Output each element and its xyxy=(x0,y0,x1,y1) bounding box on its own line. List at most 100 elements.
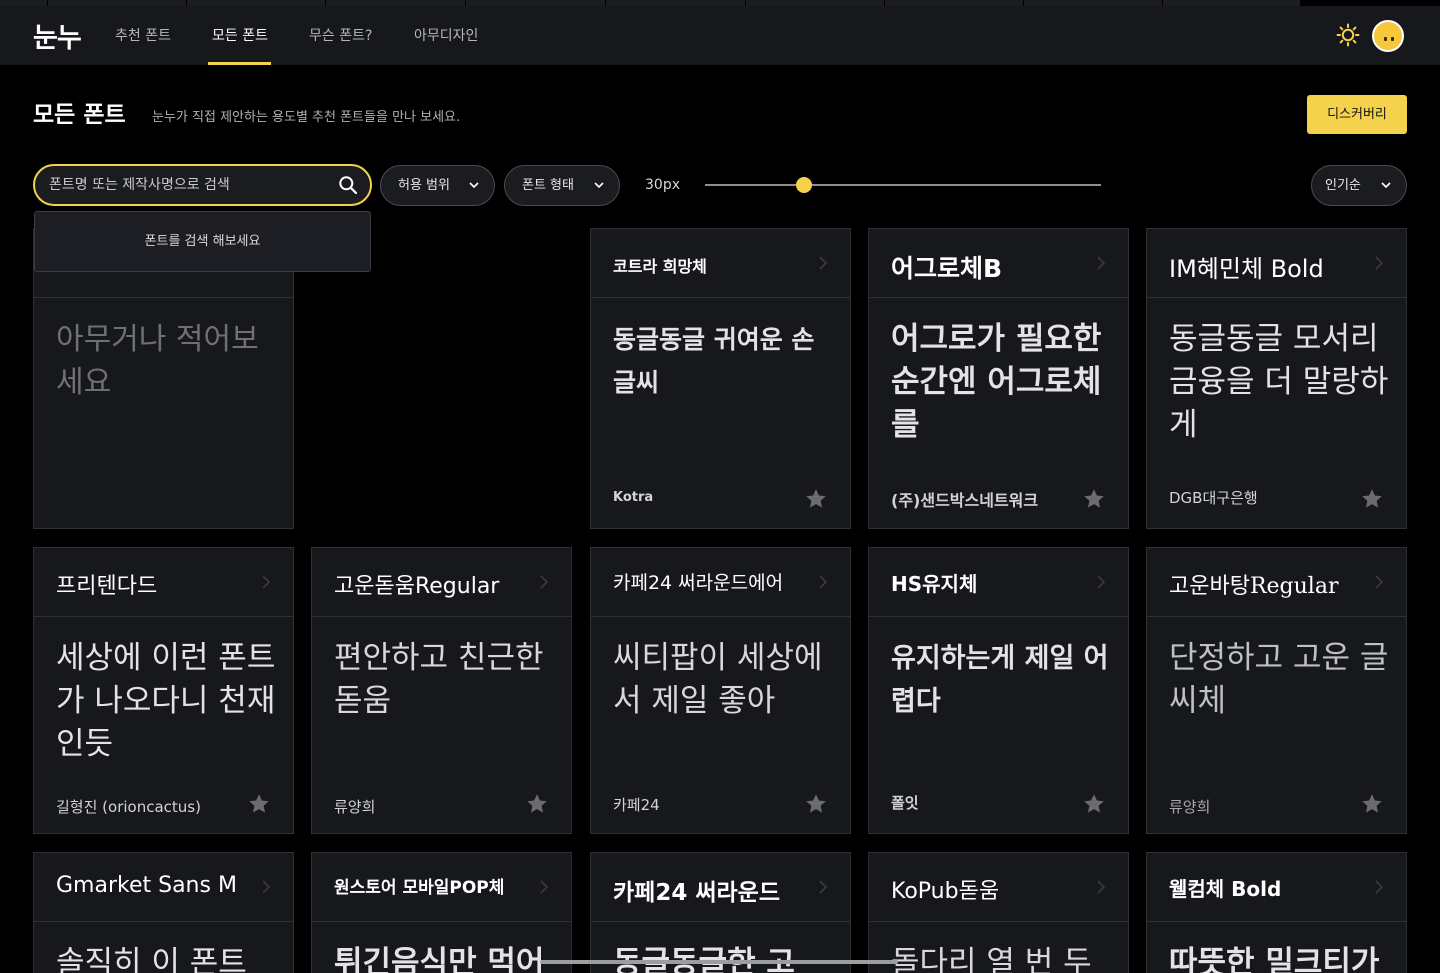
chevron-right-icon[interactable] xyxy=(261,879,271,895)
chevron-right-icon[interactable] xyxy=(1096,879,1106,895)
font-author[interactable]: 류양희 xyxy=(1169,796,1210,817)
font-author[interactable]: (주)샌드박스네트워크 xyxy=(891,487,1038,511)
font-name[interactable]: IM혜민체 Bold xyxy=(1169,249,1324,284)
star-icon[interactable] xyxy=(804,792,828,816)
chevron-right-icon[interactable] xyxy=(1096,574,1106,590)
sort-dropdown[interactable]: 인기순 xyxy=(1311,165,1407,206)
nav-item-amudesign[interactable]: 아무디자인 xyxy=(414,25,478,45)
font-author[interactable]: 길형진 (orioncactus) xyxy=(56,796,201,817)
font-sample-text: 동글동글 귀여운 손글씨 xyxy=(613,325,815,397)
font-name[interactable]: 카페24 써라운드에어 xyxy=(613,568,783,595)
card-header[interactable]: 고운바탕Regular xyxy=(1147,548,1406,617)
star-icon[interactable] xyxy=(1082,487,1106,511)
font-name[interactable]: 웰컴체 Bold xyxy=(1169,873,1281,902)
font-name[interactable]: 프리텐다드 xyxy=(56,568,157,600)
shape-filter-label: 폰트 형태 xyxy=(522,178,574,193)
chevron-right-icon[interactable] xyxy=(1096,255,1106,271)
font-sample-text: 유지하는게 제일 어렵다 xyxy=(891,643,1109,717)
avatar-icon[interactable] xyxy=(1372,20,1404,52)
font-name[interactable]: KoPub돋움 xyxy=(891,873,999,905)
card-header[interactable]: 카페24 써라운드 xyxy=(591,853,850,922)
nav-item-what-font[interactable]: 무슨 폰트? xyxy=(309,25,372,45)
chevron-right-icon[interactable] xyxy=(818,255,828,271)
font-card[interactable]: KoPub돋움 돌다리 열 번 두 xyxy=(868,852,1129,973)
chevron-right-icon[interactable] xyxy=(818,574,828,590)
font-card[interactable]: HS유지체 유지하는게 제일 어렵다 폴잇 xyxy=(868,547,1129,834)
preview-placeholder[interactable]: 아무거나 적어보세요 xyxy=(56,318,276,404)
chevron-right-icon[interactable] xyxy=(1374,255,1384,271)
font-author[interactable]: 폴잇 xyxy=(891,792,919,813)
logo[interactable]: 눈누 xyxy=(33,16,82,55)
font-card[interactable]: Gmarket Sans M 솔직히 이 폰트 xyxy=(33,852,294,973)
font-name[interactable]: 카페24 써라운드 xyxy=(613,873,780,907)
card-header[interactable]: 웰컴체 Bold xyxy=(1147,853,1406,922)
chevron-down-icon xyxy=(1381,182,1391,189)
font-card[interactable]: 원스토어 모바일POP체 튀긴음식만 먹어 xyxy=(311,852,572,973)
card-header[interactable]: 코트라 희망체 xyxy=(591,229,850,298)
font-name[interactable]: 고운돋움Regular xyxy=(334,568,499,600)
search-box[interactable] xyxy=(33,164,372,206)
search-input[interactable] xyxy=(49,174,329,196)
nav-item-all-fonts[interactable]: 모든 폰트 xyxy=(212,25,268,45)
chevron-right-icon[interactable] xyxy=(539,879,549,895)
chevron-down-icon xyxy=(594,182,604,189)
discovery-button[interactable]: 디스커버리 xyxy=(1307,95,1407,134)
font-card[interactable]: 코트라 희망체 동글동글 귀여운 손글씨 Kotra xyxy=(590,228,851,529)
font-card[interactable]: 프리텐다드 세상에 이런 폰트가 나오다니 천재인듯 길형진 (orioncac… xyxy=(33,547,294,834)
card-header[interactable]: HS유지체 xyxy=(869,548,1128,617)
font-sample-text: 동글동글 모서리 금융을 더 말랑하게 xyxy=(1169,321,1389,443)
font-sample-text: 단정하고 고운 글씨체 xyxy=(1169,640,1389,719)
font-card[interactable]: 카페24 써라운드에어 씨티팝이 세상에서 제일 좋아 카페24 xyxy=(590,547,851,834)
font-card[interactable]: 어그로체B 어그로가 필요한 순간엔 어그로체를 (주)샌드박스네트워크 xyxy=(868,228,1129,529)
font-name[interactable]: Gmarket Sans M xyxy=(56,873,237,898)
shape-filter-dropdown[interactable]: 폰트 형태 xyxy=(504,165,620,206)
license-filter-dropdown[interactable]: 허용 범위 xyxy=(380,165,495,206)
license-filter-label: 허용 범위 xyxy=(398,178,450,193)
search-icon[interactable] xyxy=(338,175,358,195)
card-header[interactable]: 어그로체B xyxy=(869,229,1128,298)
font-name[interactable]: 코트라 희망체 xyxy=(613,253,707,277)
font-author[interactable]: Kotra xyxy=(613,490,653,505)
font-name[interactable]: 원스토어 모바일POP체 xyxy=(334,873,504,898)
preview-input-card[interactable]: 아무거나 적어보세요 xyxy=(33,228,294,529)
card-header[interactable]: Gmarket Sans M xyxy=(34,853,293,922)
star-icon[interactable] xyxy=(1082,792,1106,816)
font-name[interactable]: 어그로체B xyxy=(891,249,1002,285)
font-sample-text: 튀긴음식만 먹어 xyxy=(334,945,545,973)
chevron-right-icon[interactable] xyxy=(539,574,549,590)
font-card[interactable]: 고운바탕Regular 단정하고 고운 글씨체 류양희 xyxy=(1146,547,1407,834)
star-icon[interactable] xyxy=(247,792,271,816)
page-title: 모든 폰트 xyxy=(33,102,126,128)
card-header[interactable]: 프리텐다드 xyxy=(34,548,293,617)
font-name[interactable]: 고운바탕Regular xyxy=(1169,568,1338,600)
card-header[interactable]: 고운돋움Regular xyxy=(312,548,571,617)
font-card[interactable]: 웰컴체 Bold 따뜻한 밀크티가 xyxy=(1146,852,1407,973)
chevron-right-icon[interactable] xyxy=(1374,879,1384,895)
star-icon[interactable] xyxy=(804,487,828,511)
card-header[interactable]: 원스토어 모바일POP체 xyxy=(312,853,571,922)
sun-icon[interactable] xyxy=(1336,23,1360,47)
chevron-right-icon[interactable] xyxy=(1374,574,1384,590)
star-icon[interactable] xyxy=(1360,487,1384,511)
star-icon[interactable] xyxy=(525,792,549,816)
card-header[interactable]: KoPub돋움 xyxy=(869,853,1128,922)
chevron-down-icon xyxy=(469,182,479,189)
font-size-slider-track[interactable] xyxy=(705,184,1101,186)
font-card[interactable]: IM혜민체 Bold 동글동글 모서리 금융을 더 말랑하게 DGB대구은행 xyxy=(1146,228,1407,529)
nav-item-recommended[interactable]: 추천 폰트 xyxy=(115,25,171,45)
font-sample-text: 편안하고 친근한 돋움 xyxy=(334,640,544,719)
card-header[interactable]: 카페24 써라운드에어 xyxy=(591,548,850,617)
chevron-right-icon[interactable] xyxy=(261,574,271,590)
font-sample-text: 솔직히 이 폰트 xyxy=(56,945,247,973)
font-card[interactable]: 카페24 써라운드 동글동글한 고 xyxy=(590,852,851,973)
horizontal-scrollbar[interactable] xyxy=(540,960,898,964)
font-name[interactable]: HS유지체 xyxy=(891,568,977,597)
card-header[interactable]: IM혜민체 Bold xyxy=(1147,229,1406,298)
font-author[interactable]: DGB대구은행 xyxy=(1169,487,1258,508)
font-card[interactable]: 고운돋움Regular 편안하고 친근한 돋움 류양희 xyxy=(311,547,572,834)
font-author[interactable]: 류양희 xyxy=(334,796,375,817)
font-author[interactable]: 카페24 xyxy=(613,794,660,815)
font-size-slider-thumb[interactable] xyxy=(796,177,812,193)
chevron-right-icon[interactable] xyxy=(818,879,828,895)
star-icon[interactable] xyxy=(1360,792,1384,816)
